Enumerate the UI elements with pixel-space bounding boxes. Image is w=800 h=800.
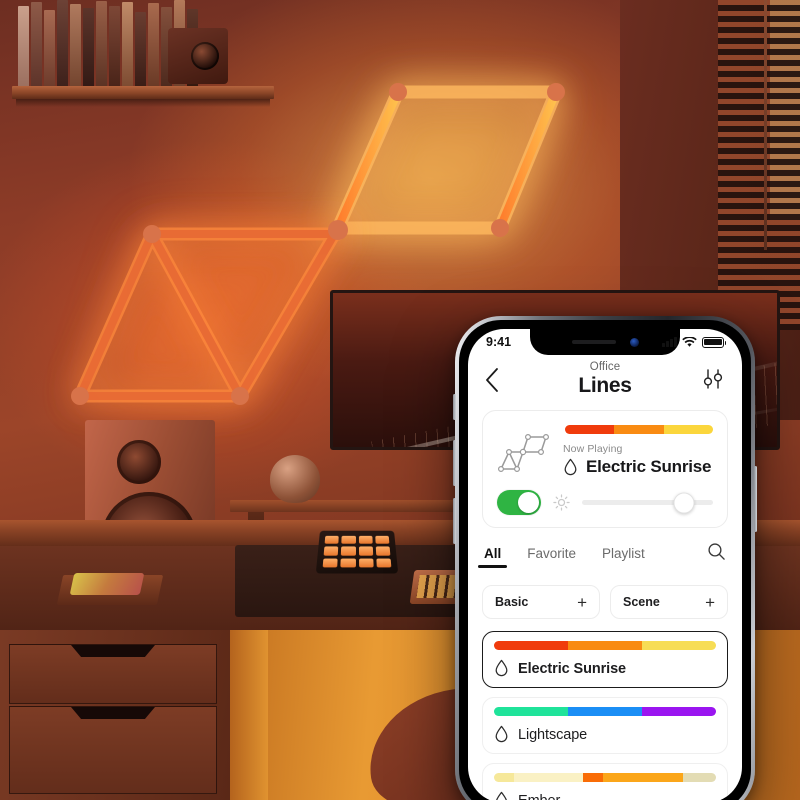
settings-button[interactable] — [696, 367, 726, 393]
scene-color-bar — [494, 707, 716, 716]
chip-basic[interactable]: Basic + — [482, 585, 600, 619]
scene-list: Electric Sunrise Lightscape — [482, 631, 728, 800]
sliders-icon — [703, 368, 723, 389]
now-playing-card[interactable]: Now Playing Electric Sunrise — [482, 410, 728, 528]
scene-name: Electric Sunrise — [518, 660, 627, 677]
smart-speaker — [270, 455, 320, 503]
chip-basic-label: Basic — [495, 595, 529, 609]
chip-scene[interactable]: Scene + — [610, 585, 728, 619]
drawer-top — [9, 644, 217, 704]
droplet-icon — [495, 791, 508, 800]
now-playing-color-bar — [565, 425, 713, 434]
search-icon — [708, 543, 725, 560]
drawer-bottom — [9, 706, 217, 794]
room-label: Office — [589, 361, 621, 373]
scene-color-bar — [494, 641, 716, 650]
battery-full-icon — [702, 336, 727, 348]
scene-name: Ember — [518, 793, 560, 800]
scene-tabs: All Favorite Playlist — [477, 542, 726, 571]
now-playing-label: Now Playing — [563, 443, 623, 455]
wifi-icon — [682, 336, 697, 347]
page-title: Lines — [578, 374, 632, 397]
phone-on-desk — [69, 573, 145, 595]
blind-cord — [764, 0, 767, 250]
mute-switch[interactable] — [453, 394, 456, 420]
brightness-slider[interactable] — [582, 492, 713, 513]
tab-favorite[interactable]: Favorite — [527, 546, 576, 568]
power-button[interactable] — [754, 466, 757, 532]
window-blinds — [718, 0, 800, 330]
chip-scene-add-icon[interactable]: + — [705, 594, 715, 611]
smartphone-device: 9:41 Office Lines Now Playing Electric S… — [453, 316, 757, 800]
now-playing-scene-name: Electric Sunrise — [586, 457, 712, 476]
scene-color-bar — [494, 773, 716, 782]
desk-riser-shelf — [230, 500, 480, 512]
chip-basic-add-icon[interactable]: + — [577, 594, 587, 611]
tab-playlist[interactable]: Playlist — [602, 546, 645, 568]
midi-pad-controller — [315, 530, 399, 574]
app-header: Office Lines — [468, 355, 742, 400]
status-bar: 9:41 — [468, 329, 742, 355]
droplet-icon — [495, 725, 508, 743]
droplet-icon — [564, 458, 577, 475]
power-toggle[interactable] — [497, 490, 541, 515]
scene-card-electric-sunrise[interactable]: Electric Sunrise — [482, 631, 728, 688]
chip-scene-label: Scene — [623, 595, 660, 609]
category-chips: Basic + Scene + — [482, 585, 728, 619]
brightness-slider-handle[interactable] — [673, 492, 695, 513]
tab-all[interactable]: All — [477, 546, 508, 568]
volume-down-button[interactable] — [453, 498, 456, 544]
scene-name: Lightscape — [518, 726, 588, 743]
brightness-icon — [553, 494, 570, 511]
phone-bezel: 9:41 Office Lines Now Playing Electric S… — [459, 320, 751, 800]
scene-card-lightscape[interactable]: Lightscape — [482, 697, 728, 754]
cellular-signal-icon — [662, 337, 677, 347]
back-button[interactable] — [484, 367, 514, 393]
volume-up-button[interactable] — [453, 440, 456, 486]
search-button[interactable] — [707, 542, 726, 571]
status-time: 9:41 — [486, 335, 512, 349]
chevron-left-icon — [486, 367, 498, 392]
droplet-icon — [495, 659, 508, 677]
phone-screen: 9:41 Office Lines Now Playing Electric S… — [468, 329, 742, 800]
drawer-cabinet — [0, 630, 230, 800]
scene-card-ember[interactable]: Ember — [482, 763, 728, 800]
wall-light-band — [230, 630, 268, 800]
lines-layout-icon — [497, 431, 553, 475]
